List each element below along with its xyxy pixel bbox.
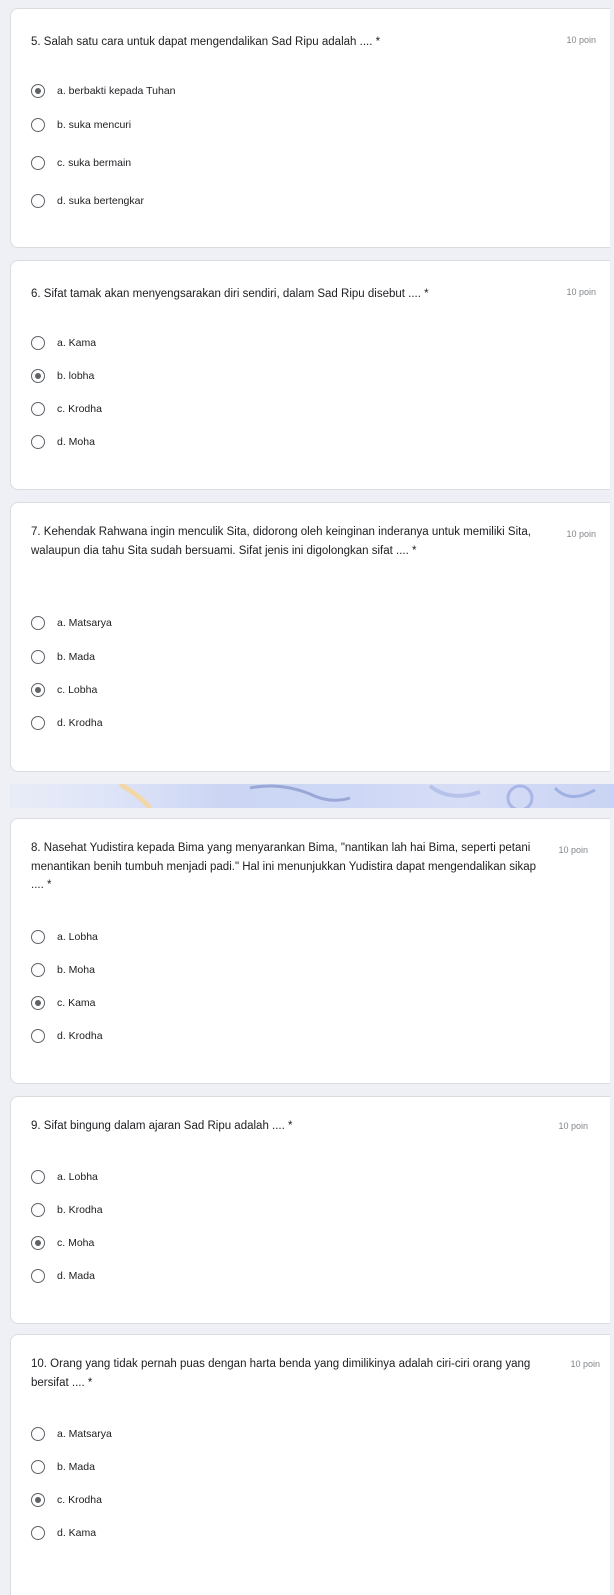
question-title: 9. Sifat bingung dalam ajaran Sad Ripu a… <box>31 1120 293 1132</box>
question-title: 10. Orang yang tidak pernah puas dengan … <box>31 1358 531 1389</box>
radio-button-checked[interactable] <box>31 84 45 98</box>
banner-pattern-icon <box>118 784 596 808</box>
radio-button-checked[interactable] <box>31 683 45 697</box>
radio-button[interactable] <box>31 402 45 416</box>
option-d[interactable]: d. Kama <box>31 1523 96 1543</box>
option-d[interactable]: d. Moha <box>31 432 95 452</box>
radio-button[interactable] <box>31 1427 45 1441</box>
option-label: c. Lobha <box>57 684 98 696</box>
option-label: b. lobha <box>57 370 95 382</box>
radio-button[interactable] <box>31 616 45 630</box>
radio-button-checked[interactable] <box>31 1493 45 1507</box>
option-c[interactable]: c. Krodha <box>31 1490 102 1510</box>
option-label: d. Moha <box>57 436 95 448</box>
option-label: c. Krodha <box>57 1494 102 1506</box>
question-card-10: 10. Orang yang tidak pernah puas dengan … <box>10 1334 610 1595</box>
question-title: 5. Salah satu cara untuk dapat mengendal… <box>31 36 381 48</box>
option-label: d. Kama <box>57 1527 97 1539</box>
option-d[interactable]: d. suka bertengkar <box>31 191 144 211</box>
option-b[interactable]: b. Mada <box>31 647 95 667</box>
radio-button[interactable] <box>31 156 45 170</box>
option-c[interactable]: c. Kama <box>31 993 96 1013</box>
decorative-banner <box>10 784 614 808</box>
option-label: a. Matsarya <box>57 617 112 629</box>
option-a[interactable]: a. Lobha <box>31 1167 98 1187</box>
radio-button-checked[interactable] <box>31 369 45 383</box>
question-title: 6. Sifat tamak akan menyengsarakan diri … <box>31 288 429 300</box>
option-c[interactable]: c. suka bermain <box>31 153 131 173</box>
option-a[interactable]: a. Lobha <box>31 927 98 947</box>
option-label: a. berbakti kepada Tuhan <box>57 85 176 97</box>
option-a[interactable]: a. berbakti kepada Tuhan <box>31 81 176 101</box>
option-label: a. Matsarya <box>57 1428 112 1440</box>
option-label: d. Mada <box>57 1270 95 1282</box>
radio-button[interactable] <box>31 1029 45 1043</box>
radio-button-checked[interactable] <box>31 996 45 1010</box>
form-page: 5. Salah satu cara untuk dapat mengendal… <box>0 0 614 1595</box>
radio-button[interactable] <box>31 963 45 977</box>
points-label: 10 poin <box>558 1121 588 1131</box>
option-a[interactable]: a. Matsarya <box>31 613 112 633</box>
question-title: 7. Kehendak Rahwana ingin menculik Sita,… <box>31 526 531 557</box>
option-a[interactable]: a. Matsarya <box>31 1424 112 1444</box>
points-label: 10 poin <box>558 845 588 855</box>
option-b[interactable]: b. Mada <box>31 1457 95 1477</box>
option-b[interactable]: b. suka mencuri <box>31 115 131 135</box>
question-title: 8. Nasehat Yudistira kepada Bima yang me… <box>31 842 537 891</box>
radio-button[interactable] <box>31 1170 45 1184</box>
option-label: c. Kama <box>57 997 96 1009</box>
option-d[interactable]: d. Krodha <box>31 713 103 733</box>
option-label: b. Krodha <box>57 1204 103 1216</box>
option-c[interactable]: c. Lobha <box>31 680 97 700</box>
option-label: a. Kama <box>57 337 97 349</box>
option-label: c. Krodha <box>57 403 102 415</box>
points-label: 10 poin <box>570 1359 600 1369</box>
radio-button[interactable] <box>31 716 45 730</box>
option-label: a. Lobha <box>57 931 98 943</box>
radio-button[interactable] <box>31 1269 45 1283</box>
option-c[interactable]: c. Krodha <box>31 399 102 419</box>
option-label: d. Krodha <box>57 1030 103 1042</box>
radio-button[interactable] <box>31 336 45 350</box>
option-label: b. Moha <box>57 964 95 976</box>
option-label: b. suka mencuri <box>57 119 132 131</box>
radio-button[interactable] <box>31 435 45 449</box>
radio-button[interactable] <box>31 930 45 944</box>
option-label: a. Lobha <box>57 1171 98 1183</box>
radio-button[interactable] <box>31 118 45 132</box>
points-label: 10 poin <box>566 35 596 45</box>
radio-button[interactable] <box>31 1526 45 1540</box>
radio-button[interactable] <box>31 194 45 208</box>
option-d[interactable]: d. Krodha <box>31 1026 103 1046</box>
option-label: b. Mada <box>57 1461 95 1473</box>
radio-button-checked[interactable] <box>31 1236 45 1250</box>
option-b[interactable]: b. Krodha <box>31 1200 103 1220</box>
option-b[interactable]: b. Moha <box>31 960 95 980</box>
option-c[interactable]: c. Moha <box>31 1233 94 1253</box>
option-label: b. Mada <box>57 651 95 663</box>
radio-button[interactable] <box>31 1460 45 1474</box>
option-label: c. Moha <box>57 1237 95 1249</box>
option-label: c. suka bermain <box>57 157 132 169</box>
question-card-7: 7. Kehendak Rahwana ingin menculik Sita,… <box>10 502 610 772</box>
radio-button[interactable] <box>31 650 45 664</box>
option-a[interactable]: a. Kama <box>31 333 96 353</box>
radio-button[interactable] <box>31 1203 45 1217</box>
option-label: d. Krodha <box>57 717 103 729</box>
question-card-8: 8. Nasehat Yudistira kepada Bima yang me… <box>10 818 610 1084</box>
option-d[interactable]: d. Mada <box>31 1266 95 1286</box>
question-card-6: 6. Sifat tamak akan menyengsarakan diri … <box>10 260 610 490</box>
question-card-5: 5. Salah satu cara untuk dapat mengendal… <box>10 8 610 248</box>
points-label: 10 poin <box>566 287 596 297</box>
question-card-9: 9. Sifat bingung dalam ajaran Sad Ripu a… <box>10 1096 610 1324</box>
points-label: 10 poin <box>566 529 596 539</box>
option-b[interactable]: b. lobha <box>31 366 94 386</box>
option-label: d. suka bertengkar <box>57 195 144 207</box>
